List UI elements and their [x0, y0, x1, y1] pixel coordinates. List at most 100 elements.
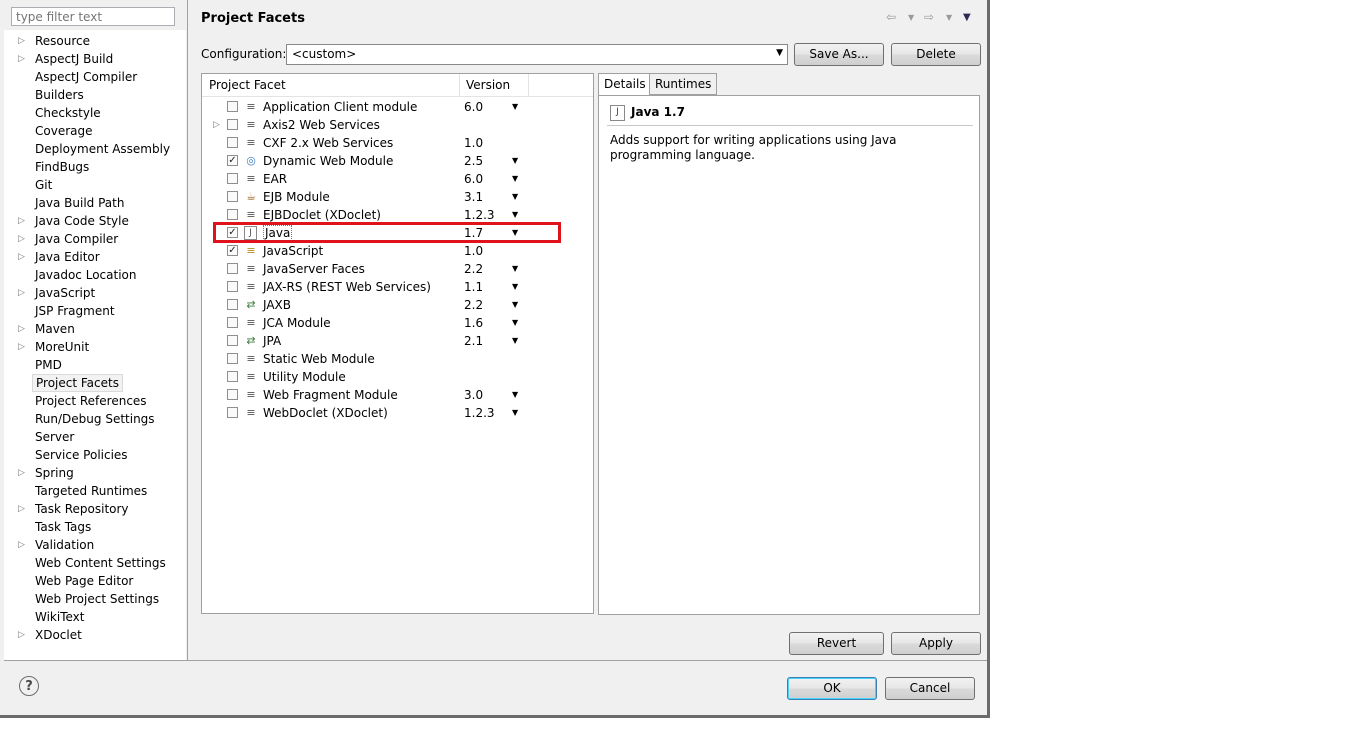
expand-arrow-icon[interactable]: ▷ — [18, 50, 28, 68]
facet-checkbox[interactable] — [227, 407, 238, 418]
facet-name: JCA Module — [263, 316, 331, 330]
expand-arrow-icon[interactable]: ▷ — [18, 32, 28, 50]
expand-arrow-icon[interactable]: ▷ — [18, 320, 28, 338]
tree-item-label: Resource — [35, 34, 91, 48]
facet-checkbox[interactable]: ✓ — [227, 155, 238, 166]
doc-icon: ≡ — [246, 388, 256, 401]
back-arrow-icon[interactable]: ⇦ — [886, 10, 896, 24]
facet-checkbox[interactable] — [227, 317, 238, 328]
facet-row[interactable]: ≡ JAX-RS (REST Web Services) 1.1 ▼ — [202, 278, 593, 296]
expand-arrow-icon[interactable]: ▷ — [18, 536, 28, 554]
configuration-combo[interactable]: <custom> ▼ — [286, 44, 788, 65]
tree-item-label: WikiText — [35, 610, 85, 624]
version-dropdown-icon[interactable]: ▼ — [512, 170, 518, 188]
expand-arrow-icon[interactable]: ▷ — [18, 230, 28, 248]
facet-row[interactable]: ☕ EJB Module 3.1 ▼ — [202, 188, 593, 206]
tab-runtimes[interactable]: Runtimes — [649, 73, 718, 95]
facet-version[interactable]: 2.2 — [464, 260, 483, 278]
facet-row[interactable]: ≡ CXF 2.x Web Services 1.0 — [202, 134, 593, 152]
facet-checkbox[interactable] — [227, 299, 238, 310]
ok-button[interactable]: OK — [787, 677, 877, 700]
back-menu-icon[interactable]: ▼ — [908, 13, 914, 22]
facet-row[interactable]: ✓ ◎ Dynamic Web Module 2.5 ▼ — [202, 152, 593, 170]
facet-checkbox[interactable] — [227, 191, 238, 202]
expand-arrow-icon[interactable]: ▷ — [18, 464, 28, 482]
facet-checkbox[interactable] — [227, 281, 238, 292]
facet-row[interactable]: ▷ ≡ Axis2 Web Services — [202, 116, 593, 134]
facet-checkbox[interactable] — [227, 173, 238, 184]
filter-input[interactable] — [11, 7, 175, 26]
facet-version[interactable]: 2.5 — [464, 152, 483, 170]
facet-version[interactable]: 1.2.3 — [464, 404, 495, 422]
version-dropdown-icon[interactable]: ▼ — [512, 332, 518, 350]
facet-version[interactable]: 2.2 — [464, 296, 483, 314]
tree-item-label: Project Facets — [32, 374, 123, 392]
facet-name: JAX-RS (REST Web Services) — [263, 280, 431, 294]
facet-checkbox[interactable] — [227, 371, 238, 382]
facet-row[interactable]: ✓ ≡ JavaScript 1.0 — [202, 242, 593, 260]
forward-menu-icon[interactable]: ▼ — [946, 13, 952, 22]
version-dropdown-icon[interactable]: ▼ — [512, 260, 518, 278]
facet-row[interactable]: ≡ WebDoclet (XDoclet) 1.2.3 ▼ — [202, 404, 593, 422]
pane-divider[interactable] — [187, 0, 188, 660]
help-icon[interactable]: ? — [19, 676, 39, 696]
revert-button[interactable]: Revert — [789, 632, 884, 655]
delete-button[interactable]: Delete — [891, 43, 981, 66]
doc-icon: ≡ — [246, 352, 256, 365]
column-divider[interactable] — [528, 74, 529, 96]
save-as-button[interactable]: Save As... — [794, 43, 884, 66]
expand-arrow-icon[interactable]: ▷ — [18, 248, 28, 266]
version-dropdown-icon[interactable]: ▼ — [512, 188, 518, 206]
forward-arrow-icon[interactable]: ⇨ — [924, 10, 934, 24]
facet-version[interactable]: 1.6 — [464, 314, 483, 332]
facet-checkbox[interactable] — [227, 263, 238, 274]
facet-row[interactable]: ≡ JCA Module 1.6 ▼ — [202, 314, 593, 332]
version-dropdown-icon[interactable]: ▼ — [512, 152, 518, 170]
version-dropdown-icon[interactable]: ▼ — [512, 296, 518, 314]
facet-version[interactable]: 6.0 — [464, 170, 483, 188]
facet-row[interactable]: ≡ Application Client module 6.0 ▼ — [202, 98, 593, 116]
facet-checkbox[interactable] — [227, 389, 238, 400]
expand-arrow-icon[interactable]: ▷ — [18, 284, 28, 302]
version-dropdown-icon[interactable]: ▼ — [512, 278, 518, 296]
facet-checkbox[interactable] — [227, 353, 238, 364]
expand-arrow-icon[interactable]: ▷ — [18, 338, 28, 356]
expand-arrow-icon[interactable]: ▷ — [18, 500, 28, 518]
facet-checkbox[interactable] — [227, 137, 238, 148]
facet-row[interactable]: ⇄ JPA 2.1 ▼ — [202, 332, 593, 350]
view-menu-icon[interactable]: ▼ — [963, 12, 971, 23]
version-dropdown-icon[interactable]: ▼ — [512, 404, 518, 422]
version-dropdown-icon[interactable]: ▼ — [512, 98, 518, 116]
facet-row[interactable]: ≡ JavaServer Faces 2.2 ▼ — [202, 260, 593, 278]
column-divider[interactable] — [459, 74, 460, 96]
version-dropdown-icon[interactable]: ▼ — [512, 314, 518, 332]
version-dropdown-icon[interactable]: ▼ — [512, 386, 518, 404]
facet-checkbox[interactable] — [227, 119, 238, 130]
facet-version[interactable]: 2.1 — [464, 332, 483, 350]
expand-arrow-icon[interactable]: ▷ — [213, 116, 220, 134]
facet-checkbox[interactable]: ✓ — [227, 245, 238, 256]
cancel-button[interactable]: Cancel — [885, 677, 975, 700]
expand-arrow-icon[interactable]: ▷ — [18, 626, 28, 644]
facet-row[interactable]: ≡ EAR 6.0 ▼ — [202, 170, 593, 188]
facet-checkbox[interactable] — [227, 209, 238, 220]
doc-icon: ≡ — [246, 172, 256, 185]
facet-version[interactable]: 3.0 — [464, 386, 483, 404]
column-header-facet[interactable]: Project Facet — [209, 78, 286, 92]
facet-checkbox[interactable] — [227, 335, 238, 346]
facet-version[interactable]: 1.1 — [464, 278, 483, 296]
tab-details[interactable]: Details — [598, 73, 652, 96]
column-header-version[interactable]: Version — [466, 78, 510, 92]
facet-row[interactable]: ≡ Utility Module — [202, 368, 593, 386]
expand-arrow-icon[interactable]: ▷ — [18, 212, 28, 230]
details-panel: J Java 1.7 Adds support for writing appl… — [598, 95, 980, 615]
facet-version[interactable]: 3.1 — [464, 188, 483, 206]
facet-version[interactable]: 6.0 — [464, 98, 483, 116]
tree-item-label: Java Compiler — [35, 232, 119, 246]
apply-button[interactable]: Apply — [891, 632, 981, 655]
facet-version: 1.0 — [464, 244, 484, 258]
facet-row[interactable]: ≡ Web Fragment Module 3.0 ▼ — [202, 386, 593, 404]
facet-row[interactable]: ≡ Static Web Module — [202, 350, 593, 368]
facet-row[interactable]: ⇄ JAXB 2.2 ▼ — [202, 296, 593, 314]
facet-checkbox[interactable] — [227, 101, 238, 112]
